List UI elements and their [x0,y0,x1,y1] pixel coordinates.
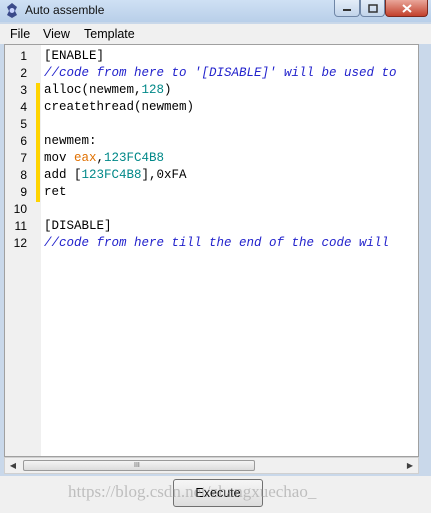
modified-line-marker [36,168,40,185]
scrollbar-thumb[interactable]: III [23,460,255,471]
code-token: , [96,151,105,165]
scrollbar-grip: III [134,462,140,469]
code-token: ) [164,83,172,97]
arrow-right-icon: ▶ [406,461,414,470]
watermark: https://blog.csdn.net/zhangxuechao_ [68,482,317,501]
code-line: newmem: [44,134,97,148]
code-editor[interactable]: 1 2 3 4 5 6 7 8 9 10 11 12 [ENABLE]//code from here… [4,44,419,457]
line-number: 12 [13,236,27,250]
close-button[interactable] [385,0,428,17]
menu-file[interactable]: File [10,27,30,41]
maximize-icon [367,3,378,13]
window-title: Auto assemble [25,3,105,17]
code-token: eax [74,151,97,165]
code-token: add [ [44,168,82,182]
code-token: 128 [141,83,165,97]
modified-line-marker [36,151,40,168]
scroll-right-button[interactable]: ▶ [402,458,418,473]
line-number: 1 [20,49,27,63]
code-token: [DISABLE] [44,219,112,233]
line-number-gutter: 1 2 3 4 5 6 7 8 9 10 11 12 [5,45,41,456]
scroll-left-button[interactable]: ◀ [5,458,21,473]
line-number: 7 [20,151,27,165]
code-line: mov eax,123FC4B8 [44,151,164,165]
modified-line-marker [36,100,40,117]
code-token: ],0xFA [141,168,187,182]
code-token: 123FC4B8 [81,168,142,182]
cheat-engine-icon [7,3,17,18]
code-token: ret [44,185,67,199]
title-bar[interactable]: Auto assemble [0,0,431,22]
line-number: 10 [13,202,27,216]
line-number: 8 [20,168,27,182]
minimize-button[interactable] [334,0,360,17]
code-line: [DISABLE] [44,219,112,233]
menu-template[interactable]: Template [84,27,135,41]
line-number: 2 [20,66,27,80]
modified-line-marker [36,134,40,151]
code-line: [ENABLE] [44,49,104,63]
code-line: ret [44,185,67,199]
line-number: 3 [20,83,27,97]
minimize-icon [343,9,351,11]
code-line: add [123FC4B8],0xFA [44,168,187,182]
modified-line-marker [36,83,40,100]
horizontal-scrollbar[interactable]: ◀ III ▶ [4,457,419,474]
menu-view[interactable]: View [43,27,70,41]
modified-line-marker [36,117,40,134]
code-line: alloc(newmem,128) [44,83,172,97]
code-line: createthread(newmem) [44,100,194,114]
modified-line-marker [36,185,40,202]
menu-bar: File View Template [0,24,431,44]
code-line: //code from here to '[DISABLE]' will be … [44,66,397,80]
line-number: 4 [20,100,27,114]
maximize-button[interactable] [360,0,385,17]
code-line: //code from here till the end of the cod… [44,236,389,250]
code-token: newmem: [44,134,97,148]
line-number: 5 [20,117,27,131]
code-token: alloc(newmem, [44,83,142,97]
code-token: //code from here till the end of the cod… [44,236,390,250]
line-number: 6 [20,134,27,148]
code-token: createthread(newmem) [44,100,195,114]
code-token: 123FC4B8 [104,151,165,165]
code-token: [ENABLE] [44,49,105,63]
code-token: mov [44,151,75,165]
code-token: //code from here to '[DISABLE]' will be … [44,66,397,80]
arrow-left-icon: ◀ [9,461,17,470]
auto-assemble-window: Auto assemble File View Template 1234567… [0,0,431,513]
close-icon [401,3,412,13]
line-number: 11 [14,219,27,233]
line-number: 9 [20,185,27,199]
